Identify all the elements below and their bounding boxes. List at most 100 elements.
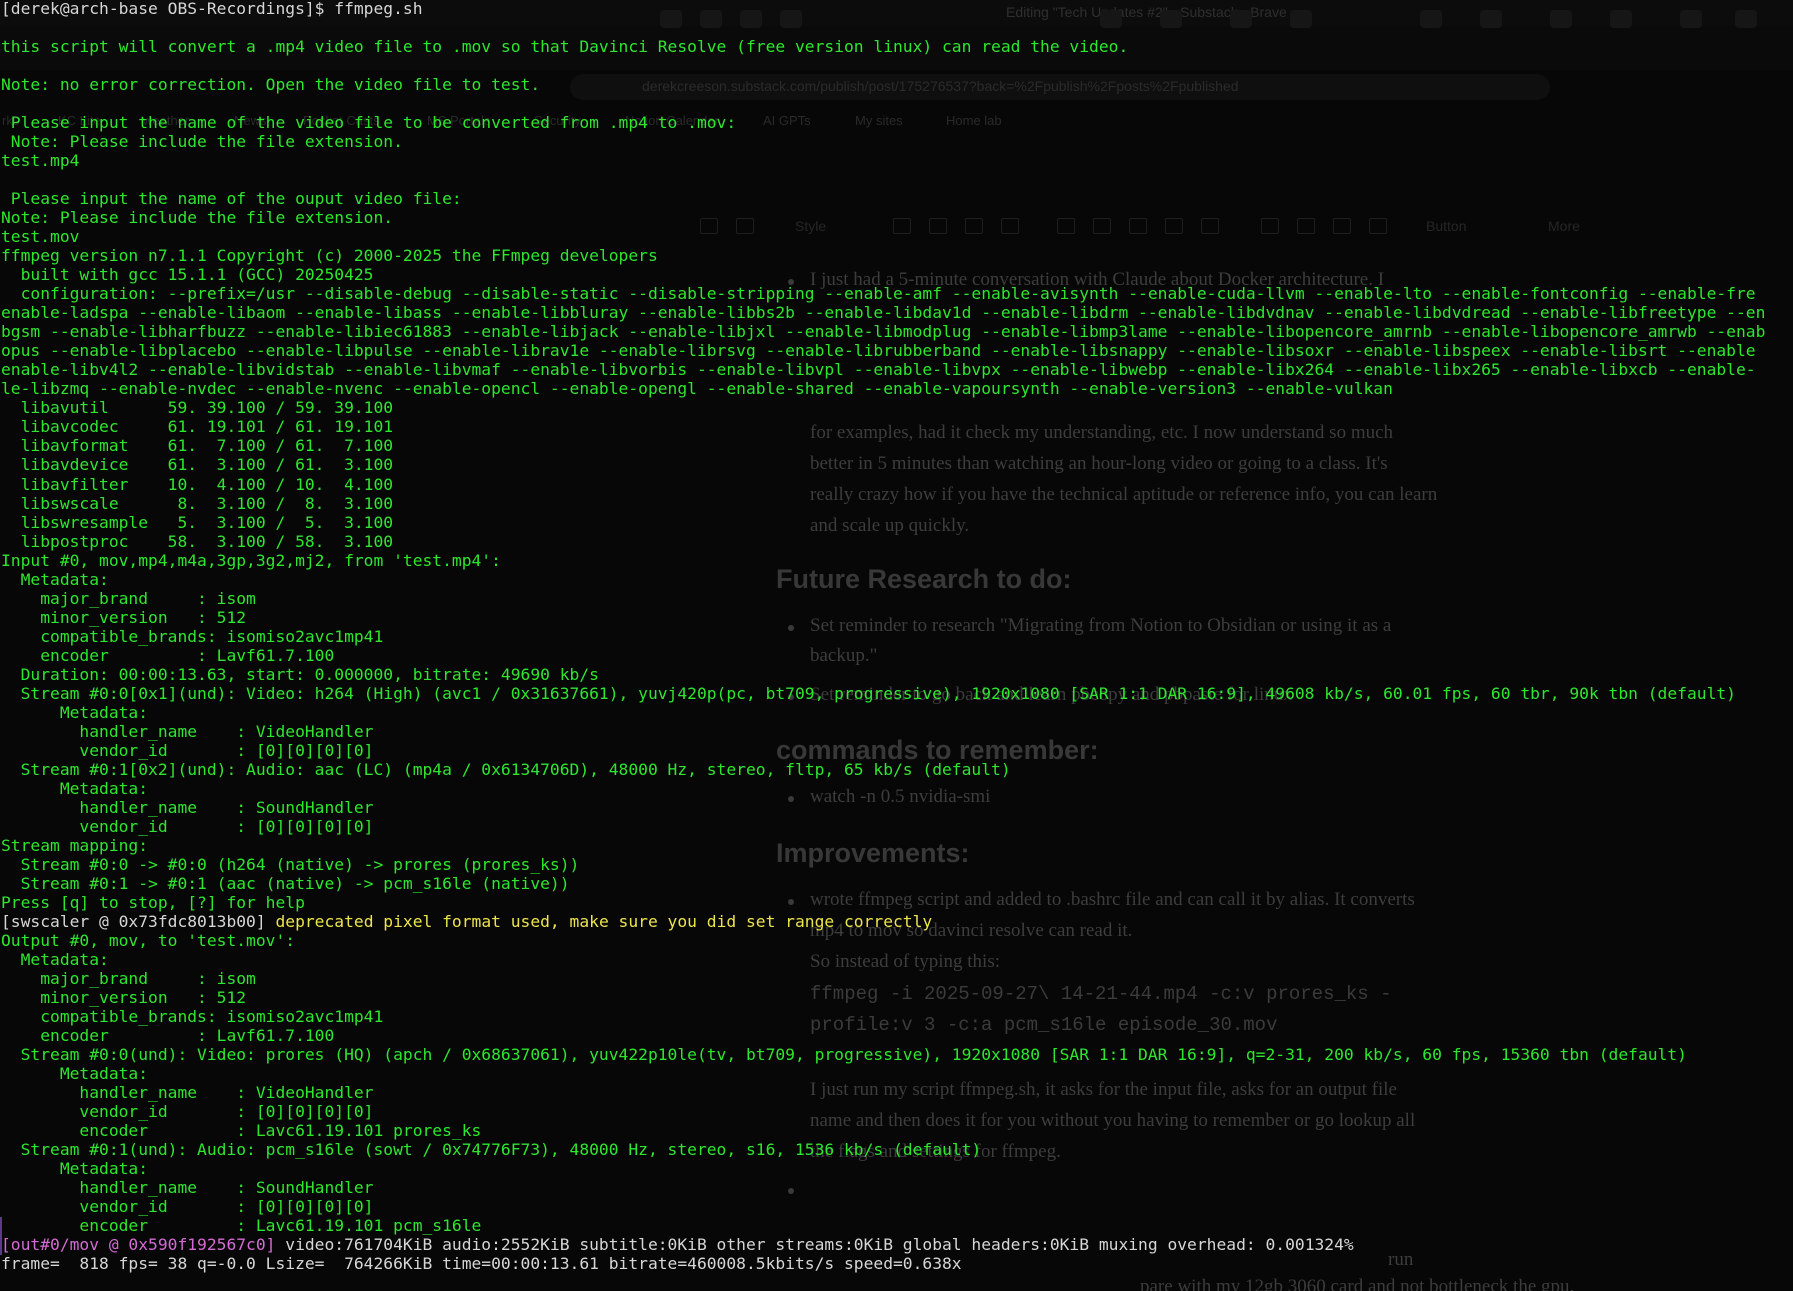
terminal-line-text: Note: no error correction. Open the vide…	[1, 75, 541, 95]
terminal-line: libavcodec 61. 19.101 / 61. 19.101	[1, 417, 394, 437]
terminal-line: libavformat 61. 7.100 / 61. 7.100	[1, 436, 394, 456]
terminal-line-text: Stream #0:1[0x2](und): Audio: aac (LC) (…	[1, 759, 1011, 779]
terminal-line-text: vendor_id : [0][0][0][0]	[1, 1102, 374, 1122]
terminal-line-text: ffmpeg version n7.1.1 Copyright (c) 2000…	[1, 246, 658, 266]
terminal-line-text: bgsm --enable-libharfbuzz --enable-libie…	[1, 322, 1766, 342]
terminal-line-text: Input #0, mov,mp4,m4a,3gp,3g2,mj2, from …	[1, 550, 501, 570]
terminal-line: libpostproc 58. 3.100 / 58. 3.100	[1, 531, 394, 551]
terminal-line: Please input the name of the video file …	[1, 113, 736, 132]
terminal-line-text: Metadata:	[1, 569, 109, 589]
terminal-window[interactable]: [derek@arch-base OBS-Recordings]$ ffmpeg…	[0, 0, 1793, 1291]
terminal-line: configuration: --prefix=/usr --disable-d…	[1, 284, 1756, 303]
terminal-line: Note: Please include the file extension.	[1, 208, 393, 227]
terminal-line-text: Stream mapping:	[1, 835, 149, 855]
terminal-line-text: major_brand : isom	[1, 969, 256, 989]
terminal-line-text: handler_name : SoundHandler	[1, 1178, 374, 1198]
terminal-line: vendor_id : [0][0][0][0]	[1, 1102, 373, 1121]
terminal-line-text: major_brand : isom	[1, 588, 256, 608]
terminal-line-text: enable-ladspa --enable-libaom --enable-l…	[1, 303, 1766, 323]
terminal-line: Metadata:	[1, 779, 148, 798]
terminal-line: encoder : Lavf61.7.100	[1, 1026, 334, 1045]
terminal-line: le-libzmq --enable-nvdec --enable-nvenc …	[1, 379, 1393, 398]
terminal-line-text: built with gcc 15.1.1 (GCC) 20250425	[1, 265, 374, 285]
terminal-line: encoder : Lavc61.19.101 pcm_s16le	[1, 1216, 481, 1235]
terminal-line: Metadata:	[1, 703, 148, 722]
terminal-line-text: libpostproc 58. 3.100 / 58. 3.100	[1, 531, 394, 551]
terminal-line-text: configuration: --prefix=/usr --disable-d…	[1, 284, 1756, 304]
terminal-line: handler_name : SoundHandler	[1, 1178, 373, 1197]
terminal-line: handler_name : VideoHandler	[1, 1083, 373, 1102]
terminal-line-text: frame= 818 fps= 38 q=-0.0 Lsize= 764266K…	[1, 1254, 962, 1274]
terminal-line-text: test.mov	[1, 227, 80, 247]
terminal-line: Note: no error correction. Open the vide…	[1, 75, 540, 94]
terminal-line-text: [derek@arch-base OBS-Recordings]$ ffmpeg…	[1, 0, 423, 18]
terminal-line-text: vendor_id : [0][0][0][0]	[1, 740, 374, 760]
terminal-line: minor_version : 512	[1, 988, 246, 1007]
terminal-line-text: encoder : Lavc61.19.101 prores_ks	[1, 1121, 482, 1141]
terminal-line-text: encoder : Lavf61.7.100	[1, 645, 335, 665]
terminal-line: libswscale 8. 3.100 / 8. 3.100	[1, 493, 394, 513]
terminal-line: enable-ladspa --enable-libaom --enable-l…	[1, 303, 1765, 322]
terminal-line: encoder : Lavf61.7.100	[1, 646, 334, 665]
terminal-line-text: encoder : Lavc61.19.101 pcm_s16le	[1, 1216, 482, 1236]
terminal-line: bgsm --enable-libharfbuzz --enable-libie…	[1, 322, 1765, 341]
terminal-line: [out#0/mov @ 0x590f192567c0] video:76170…	[1, 1235, 1354, 1254]
terminal-line-text: test.mp4	[1, 151, 80, 171]
terminal-line-text: Stream #0:1(und): Audio: pcm_s16le (sowt…	[1, 1140, 982, 1160]
terminal-line: enable-libv4l2 --enable-libvidstab --ena…	[1, 360, 1756, 379]
terminal-line-text: Stream #0:0[0x1](und): Video: h264 (High…	[1, 683, 1736, 703]
terminal-line: libavutil 59. 39.100 / 59. 39.100	[1, 398, 394, 417]
terminal-line-text: Please input the name of the video file …	[1, 113, 737, 133]
terminal-line: libswresample 5. 3.100 / 5. 3.100	[1, 513, 394, 532]
terminal-line-text: Stream #0:0(und): Video: prores (HQ) (ap…	[1, 1045, 1687, 1065]
terminal-line: Stream mapping:	[1, 836, 148, 855]
terminal-line-text: minor_version : 512	[1, 607, 247, 627]
terminal-line-text: Duration: 00:00:13.63, start: 0.000000, …	[1, 664, 599, 684]
terminal-line-text: Metadata:	[1, 1159, 149, 1179]
terminal-line: compatible_brands: isomiso2avc1mp41	[1, 1007, 383, 1026]
terminal-line: Stream #0:0[0x1](und): Video: h264 (High…	[1, 684, 1736, 703]
terminal-line-text: encoder : Lavf61.7.100	[1, 1026, 335, 1046]
terminal-line-text: Metadata:	[1, 1064, 149, 1084]
terminal-line: Stream #0:1(und): Audio: pcm_s16le (sowt…	[1, 1140, 982, 1160]
terminal-line-text: Output #0, mov, to 'test.mov':	[1, 930, 296, 950]
terminal-line-text: Please input the name of the ouput video…	[1, 189, 462, 209]
terminal-line-text: libswscale 8. 3.100 / 8. 3.100	[1, 493, 394, 513]
terminal-line-text: compatible_brands: isomiso2avc1mp41	[1, 1007, 384, 1027]
terminal-line-text: minor_version : 512	[1, 988, 247, 1008]
terminal-line: Please input the name of the ouput video…	[1, 189, 462, 208]
terminal-line: vendor_id : [0][0][0][0]	[1, 817, 373, 836]
terminal-line: Output #0, mov, to 'test.mov':	[1, 931, 295, 950]
terminal-line: Stream #0:0 -> #0:0 (h264 (native) -> pr…	[1, 854, 580, 874]
terminal-line-text: Note: Please include the file extension.	[1, 132, 403, 152]
terminal-line: test.mov	[1, 227, 79, 246]
terminal-line-text: Stream #0:1 -> #0:1 (aac (native) -> pcm…	[1, 873, 570, 893]
terminal-line: compatible_brands: isomiso2avc1mp41	[1, 627, 383, 646]
terminal-line: minor_version : 512	[1, 608, 246, 627]
terminal-line: this script will convert a .mp4 video fi…	[1, 37, 1128, 56]
terminal-log-source: [out#0/mov @ 0x590f192567c0]	[1, 1235, 286, 1255]
terminal-line-text: libavcodec 61. 19.101 / 61. 19.101	[1, 417, 394, 437]
terminal-line: libavfilter 10. 4.100 / 10. 4.100	[1, 475, 394, 494]
terminal-line: [swscaler @ 0x73fdc8013b00] deprecated p…	[1, 912, 932, 931]
terminal-line-text: Metadata:	[1, 702, 149, 722]
terminal-line: frame= 818 fps= 38 q=-0.0 Lsize= 764266K…	[1, 1254, 962, 1273]
terminal-line-text: handler_name : VideoHandler	[1, 1083, 374, 1103]
terminal-line: Metadata:	[1, 570, 109, 589]
terminal-line: handler_name : SoundHandler	[1, 798, 373, 817]
terminal-line-text: Stream #0:0 -> #0:0 (h264 (native) -> pr…	[1, 854, 580, 874]
terminal-line-text: deprecated pixel format used, make sure …	[275, 911, 933, 931]
terminal-line: Metadata:	[1, 1159, 148, 1178]
terminal-line: vendor_id : [0][0][0][0]	[1, 1197, 373, 1216]
terminal-line-text: handler_name : VideoHandler	[1, 721, 374, 741]
terminal-line-text: enable-libv4l2 --enable-libvidstab --ena…	[1, 360, 1756, 380]
terminal-line: test.mp4	[1, 151, 79, 170]
terminal-line: Stream #0:1 -> #0:1 (aac (native) -> pcm…	[1, 874, 570, 893]
terminal-line-text: Metadata:	[1, 778, 149, 798]
terminal-line-text: libavformat 61. 7.100 / 61. 7.100	[1, 436, 394, 456]
terminal-line: vendor_id : [0][0][0][0]	[1, 741, 373, 760]
terminal-line-text: vendor_id : [0][0][0][0]	[1, 816, 374, 836]
terminal-line-text: vendor_id : [0][0][0][0]	[1, 1197, 374, 1217]
terminal-line-text: libavdevice 61. 3.100 / 61. 3.100	[1, 455, 394, 475]
terminal-line-text: video:761704KiB audio:2552KiB subtitle:0…	[285, 1235, 1354, 1255]
